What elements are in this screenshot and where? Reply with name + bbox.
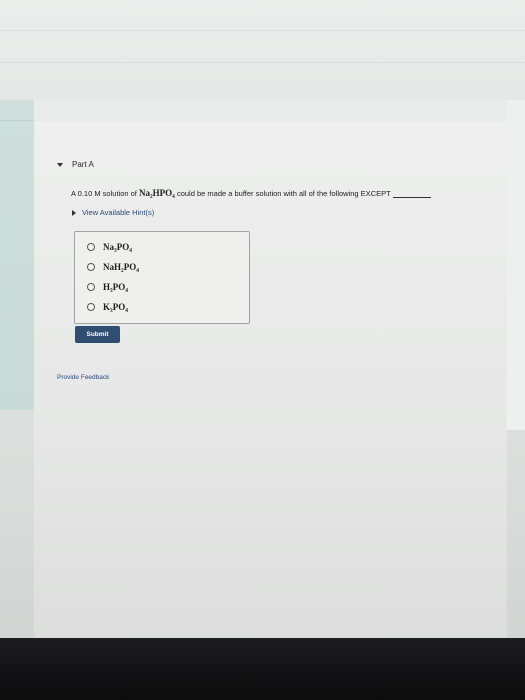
left-sidebar-strip <box>0 100 34 410</box>
provide-feedback-link[interactable]: Provide Feedback <box>57 374 109 381</box>
option-2[interactable]: NaH₂PO₄ <box>87 262 139 272</box>
option-label: H₃PO₄ <box>103 282 128 292</box>
radio-button[interactable] <box>87 303 95 311</box>
option-label: K₃PO₄ <box>103 302 128 312</box>
option-label: NaH₂PO₄ <box>103 262 139 272</box>
option-3[interactable]: H₃PO₄ <box>87 282 128 292</box>
part-header[interactable]: Part A <box>57 160 94 169</box>
divider <box>0 30 525 31</box>
view-hints-link[interactable]: View Available Hint(s) <box>72 208 154 217</box>
option-4[interactable]: K₃PO₄ <box>87 302 128 312</box>
radio-button[interactable] <box>87 243 95 251</box>
radio-button[interactable] <box>87 263 95 271</box>
question-prefix: A 0.10 M solution of <box>71 189 139 198</box>
divider <box>0 120 34 121</box>
right-sidebar-strip <box>507 100 525 430</box>
top-band <box>0 0 525 100</box>
radio-button[interactable] <box>87 283 95 291</box>
question-text: A 0.10 M solution of Na₂HPO₄ could be ma… <box>71 188 501 198</box>
bottom-bezel <box>0 638 525 700</box>
divider <box>0 62 525 63</box>
option-1[interactable]: Na₃PO₄ <box>87 242 132 252</box>
submit-button[interactable]: Submit <box>75 326 120 343</box>
answer-options: Na₃PO₄ NaH₂PO₄ H₃PO₄ K₃PO₄ <box>74 231 250 324</box>
option-label: Na₃PO₄ <box>103 242 132 252</box>
caret-down-icon[interactable] <box>57 162 63 167</box>
view-hints-label: View Available Hint(s) <box>82 208 155 217</box>
answer-blank <box>392 189 431 198</box>
question-chemical: Na₂HPO₄ <box>138 188 175 198</box>
part-title: Part A <box>72 160 94 169</box>
content-panel <box>34 122 507 642</box>
caret-right-icon <box>72 209 76 216</box>
header-bar <box>0 100 525 123</box>
question-suffix: could be made a buffer solution with all… <box>174 189 391 198</box>
